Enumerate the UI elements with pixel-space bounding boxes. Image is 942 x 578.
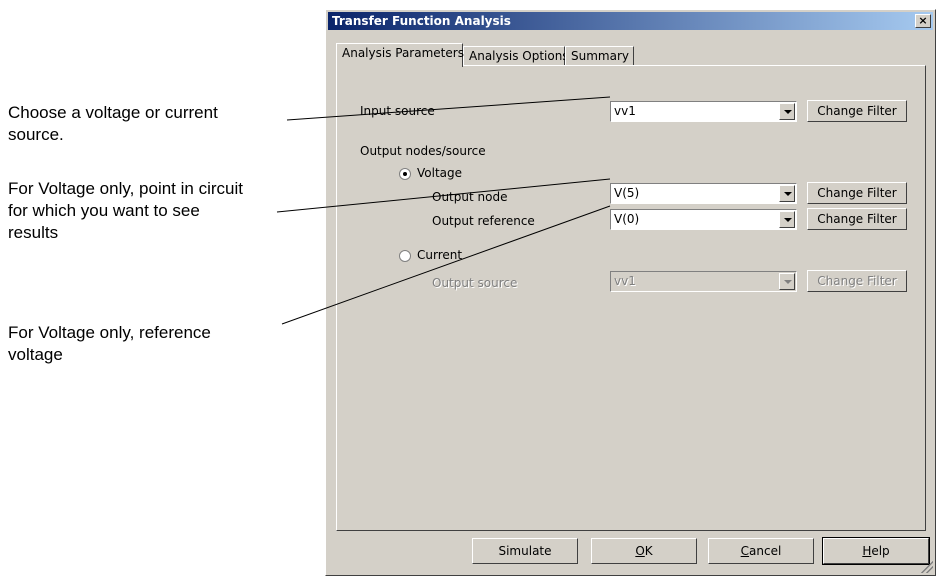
output-node-value: V(5) xyxy=(614,186,640,200)
help-label-rest: elp xyxy=(871,544,890,558)
tab-summary[interactable]: Summary xyxy=(565,46,634,65)
input-source-change-filter-button[interactable]: Change Filter xyxy=(807,100,907,122)
output-source-combo[interactable]: vv1 xyxy=(610,271,797,292)
ok-label-rest: K xyxy=(644,544,653,558)
help-mnemonic: H xyxy=(862,544,872,558)
tab-analysis-parameters[interactable]: Analysis Parameters xyxy=(336,43,464,67)
input-source-label: Input source xyxy=(360,104,435,118)
annotation-line: voltage xyxy=(8,345,63,364)
simulate-button[interactable]: Simulate xyxy=(472,538,578,564)
input-source-value: vv1 xyxy=(614,104,636,118)
tab-analysis-options[interactable]: Analysis Options xyxy=(463,46,569,65)
chevron-down-icon[interactable] xyxy=(779,103,795,120)
annotation-line: Choose a voltage or current xyxy=(8,103,218,122)
annotation-choose-source: Choose a voltage or current source. xyxy=(8,102,218,146)
output-source-label: Output source xyxy=(432,276,518,290)
voltage-radio[interactable] xyxy=(399,168,411,180)
output-reference-value: V(0) xyxy=(614,212,640,226)
output-source-change-filter-button[interactable]: Change Filter xyxy=(807,270,907,292)
annotation-line: results xyxy=(8,223,59,242)
ok-button[interactable]: OK xyxy=(591,538,697,564)
chevron-down-icon[interactable] xyxy=(779,211,795,228)
ok-mnemonic: O xyxy=(635,544,645,558)
annotation-line: source. xyxy=(8,125,64,144)
output-reference-change-filter-button[interactable]: Change Filter xyxy=(807,208,907,230)
annotation-line: for which you want to see xyxy=(8,201,200,220)
input-source-combo[interactable]: vv1 xyxy=(610,101,797,122)
output-node-label: Output node xyxy=(432,190,508,204)
output-reference-label: Output reference xyxy=(432,214,535,228)
output-source-value: vv1 xyxy=(614,274,636,288)
annotation-line: For Voltage only, reference xyxy=(8,323,211,342)
output-nodes-source-label: Output nodes/source xyxy=(360,144,486,158)
voltage-radio-label: Voltage xyxy=(417,166,463,180)
cancel-label-rest: ancel xyxy=(749,544,782,558)
annotation-line: For Voltage only, point in circuit xyxy=(8,179,243,198)
analysis-parameters-panel: Input source vv1 Change Filter Output no… xyxy=(336,65,926,531)
annotation-voltage-point: For Voltage only, point in circuit for w… xyxy=(8,178,243,244)
help-button[interactable]: Help xyxy=(822,537,930,565)
cancel-button[interactable]: Cancel xyxy=(708,538,814,564)
current-radio-label: Current xyxy=(417,248,463,262)
close-button[interactable]: × xyxy=(915,14,931,28)
output-reference-combo[interactable]: V(0) xyxy=(610,209,797,230)
dialog-title: Transfer Function Analysis xyxy=(332,14,511,28)
annotation-reference-voltage: For Voltage only, reference voltage xyxy=(8,322,211,366)
chevron-down-icon[interactable] xyxy=(779,185,795,202)
output-node-change-filter-button[interactable]: Change Filter xyxy=(807,182,907,204)
output-node-combo[interactable]: V(5) xyxy=(610,183,797,204)
cancel-mnemonic: C xyxy=(740,544,750,558)
close-icon: × xyxy=(918,14,928,27)
title-bar[interactable]: Transfer Function Analysis × xyxy=(328,12,933,30)
resize-grip-icon[interactable] xyxy=(921,561,933,573)
chevron-down-icon[interactable] xyxy=(779,273,795,290)
current-radio[interactable] xyxy=(399,250,411,262)
transfer-function-dialog: Transfer Function Analysis × Analysis Pa… xyxy=(325,9,936,576)
